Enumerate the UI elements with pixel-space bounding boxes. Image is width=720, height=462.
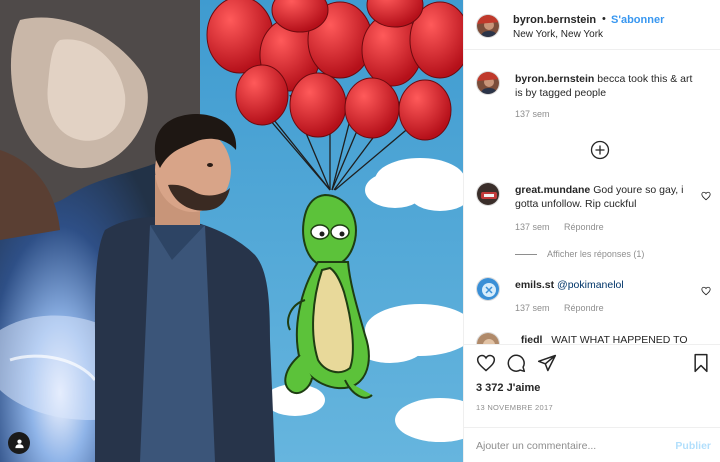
- comment-text: byron.bernstein becca took this & art is…: [515, 72, 700, 100]
- author-username[interactable]: byron.bernstein: [513, 14, 596, 26]
- heart-icon: [701, 191, 711, 201]
- comment-text: _fiedl_ WAIT WHAT HAPPENED TO: [515, 333, 700, 344]
- comment-like-button[interactable]: [701, 188, 711, 206]
- comment-username[interactable]: emils.st: [515, 279, 554, 291]
- comment-time[interactable]: 137 sem: [515, 222, 550, 232]
- post-photo[interactable]: [0, 0, 463, 462]
- commenter-avatar[interactable]: [476, 332, 500, 344]
- load-more-comments-button[interactable]: [590, 140, 610, 165]
- reply-button[interactable]: Répondre: [564, 222, 604, 232]
- comment-body: WAIT WHAT HAPPENED TO: [551, 334, 688, 344]
- post-side-panel: byron.bernstein • S'abonner New York, Ne…: [463, 0, 720, 462]
- like-button[interactable]: [476, 353, 496, 378]
- post-location[interactable]: New York, New York: [513, 29, 603, 40]
- publish-button[interactable]: Publier: [675, 440, 711, 452]
- comment-username[interactable]: byron.bernstein: [515, 73, 594, 85]
- comment-meta: 137 sem: [515, 109, 562, 119]
- comment-mention[interactable]: @pokimanelol: [557, 279, 624, 291]
- bookmark-icon: [694, 353, 708, 373]
- comment-meta: 137 sem Répondre: [515, 222, 616, 232]
- add-comment-bar: Publier: [464, 427, 720, 462]
- comment-time[interactable]: 137 sem: [515, 109, 550, 119]
- comment-time[interactable]: 137 sem: [515, 303, 550, 313]
- comment-button[interactable]: [506, 353, 526, 378]
- plus-circle-icon: [590, 140, 610, 160]
- post-date[interactable]: 13 NOVEMBRE 2017: [476, 403, 553, 412]
- post-header: byron.bernstein • S'abonner New York, Ne…: [464, 0, 720, 50]
- heart-icon: [701, 286, 711, 296]
- replies-divider: [515, 254, 537, 256]
- author-avatar[interactable]: [476, 14, 500, 38]
- follow-button[interactable]: S'abonner: [611, 14, 664, 26]
- post-actions: 3 372 J'aime 13 NOVEMBRE 2017 Publier: [464, 344, 720, 462]
- comment-text: emils.st @pokimanelol: [515, 278, 700, 292]
- author-avatar[interactable]: [476, 71, 500, 95]
- share-icon: [537, 354, 557, 372]
- save-button[interactable]: [692, 353, 710, 378]
- reply-button[interactable]: Répondre: [564, 303, 604, 313]
- separator-dot: •: [602, 13, 606, 25]
- likes-count[interactable]: 3 372 J'aime: [476, 382, 540, 394]
- view-replies-label: Afficher les réponses (1): [547, 249, 645, 259]
- comment-username[interactable]: _fiedl_: [515, 334, 548, 344]
- share-button[interactable]: [537, 353, 557, 378]
- comment-username[interactable]: great.mundane: [515, 184, 590, 196]
- photo-illustration: [0, 0, 463, 462]
- view-replies-button[interactable]: Afficher les réponses (1): [515, 249, 644, 259]
- comment-input[interactable]: [476, 437, 656, 455]
- comment-like-button[interactable]: [701, 283, 711, 301]
- comment-icon: [507, 354, 526, 373]
- heart-icon: [476, 354, 496, 372]
- comment-text: great.mundane God youre so gay, i gotta …: [515, 183, 700, 211]
- comment-meta: 137 sem Répondre: [515, 303, 616, 313]
- commenter-avatar[interactable]: [476, 182, 500, 206]
- user-tag-icon[interactable]: [8, 432, 30, 454]
- comments-list[interactable]: byron.bernstein becca took this & art is…: [464, 51, 720, 344]
- commenter-avatar[interactable]: [476, 277, 500, 301]
